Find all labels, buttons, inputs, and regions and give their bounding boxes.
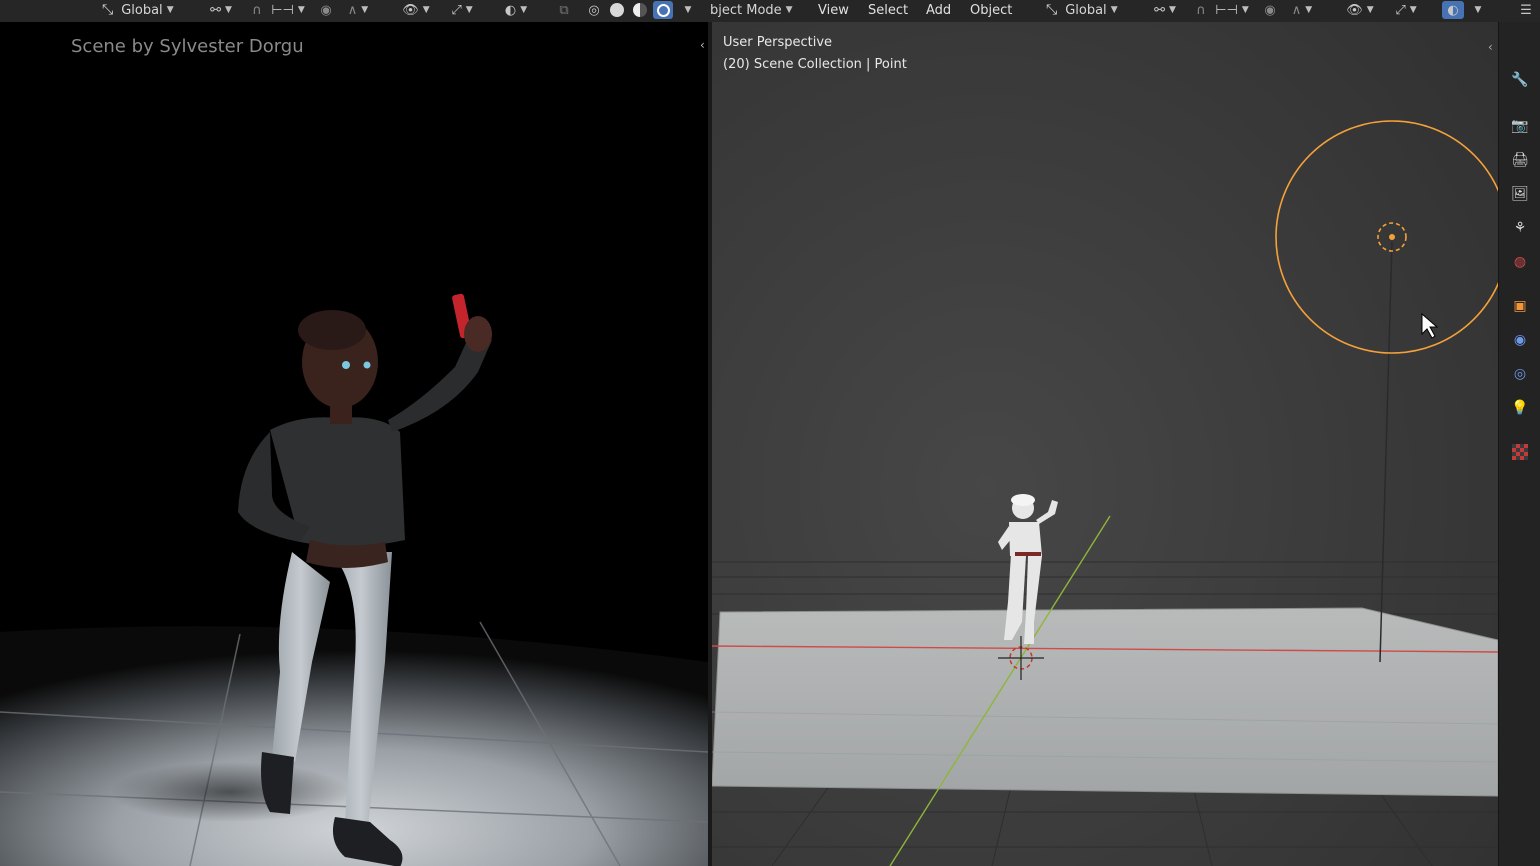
snap-target-dropdown-right[interactable]: ⊢⊣ ▼ <box>1214 1 1250 19</box>
transform-orientation-dropdown-right[interactable]: ⤡ Global ▼ <box>1046 0 1118 20</box>
texture-icon[interactable] <box>1510 442 1530 462</box>
material-sphere-icon <box>633 3 647 17</box>
overlays-dropdown-left[interactable]: ◐ ▼ <box>498 1 534 19</box>
shading-material-button[interactable] <box>630 1 650 19</box>
shading-options-dropdown-left[interactable]: ▼ <box>678 1 694 19</box>
rendered-viewport[interactable]: Scene by Sylvester Dorgu <box>0 22 708 866</box>
world-icon[interactable]: ◍ <box>1510 252 1530 272</box>
snap-target-dropdown-left[interactable]: ⊢⊣ ▼ <box>270 1 306 19</box>
chevron-down-icon: ▼ <box>166 5 174 15</box>
chevron-down-icon: ▼ <box>422 5 430 15</box>
menu-select[interactable]: Select <box>868 0 908 20</box>
gizmo-dropdown-right[interactable]: ⤢ ▼ <box>1388 1 1424 19</box>
mode-dropdown[interactable]: bject Mode ▼ <box>710 0 793 20</box>
menu-object[interactable]: Object <box>970 0 1012 20</box>
chevron-down-icon: ▼ <box>1241 5 1249 15</box>
viewport-header-bar: ⤡ Global ▼ ⚯ ▼ ∩ ⊢⊣ ▼ ◉ ∧ ▼ 👁 ▼ ⤢ ▼ ◐ ▼ ⧉ ◎ ▼ <box>0 0 1540 23</box>
object-icon[interactable]: ▣ <box>1510 296 1530 316</box>
gizmo-icon: ⤢ <box>1395 2 1406 18</box>
chevron-down-icon: ▼ <box>1110 5 1118 15</box>
orientation-axes-icon: ⤡ <box>102 2 114 18</box>
visibility-dropdown-right[interactable]: 👁 ▼ <box>1342 1 1378 19</box>
chevron-down-icon: ▼ <box>224 5 232 15</box>
shading-wireframe-button[interactable]: ◎ <box>584 1 604 19</box>
pivot-icon: ⚯ <box>1154 2 1165 18</box>
snap-increment-icon: ⊢⊣ <box>271 2 294 18</box>
eye-icon: 👁 <box>1346 2 1363 18</box>
proportional-edit-icon: ◉ <box>320 2 332 18</box>
physics-icon[interactable]: ◎ <box>1510 364 1530 384</box>
light-data-icon[interactable]: 💡 <box>1510 398 1530 418</box>
chevron-down-icon: ▼ <box>1474 5 1482 15</box>
properties-tab-bar: 🔧 📷 🖨 🖼 ⚘ ◍ ▣ ◉ ◎ 💡 <box>1498 22 1540 866</box>
menu-add[interactable]: Add <box>926 0 951 20</box>
visibility-dropdown-left[interactable]: 👁 ▼ <box>398 1 434 19</box>
tool-icon[interactable]: 🔧 <box>1510 70 1530 90</box>
menu-view[interactable]: View <box>818 0 849 20</box>
chevron-down-icon: ▼ <box>1305 5 1313 15</box>
gizmo-dropdown-left[interactable]: ⤢ ▼ <box>444 1 480 19</box>
gizmo-icon: ⤢ <box>451 2 462 18</box>
solid-sphere-icon <box>610 3 624 17</box>
proportional-edit-icon: ◉ <box>1264 2 1276 18</box>
overlays-toggle-right[interactable]: ◐ <box>1442 1 1464 19</box>
snap-increment-icon: ⊢⊣ <box>1215 2 1238 18</box>
xray-icon: ⧉ <box>559 2 569 18</box>
shading-rendered-button[interactable] <box>653 1 673 19</box>
view-layer-icon[interactable]: 🖼 <box>1510 184 1530 204</box>
output-icon[interactable]: 🖨 <box>1510 150 1530 170</box>
mode-label: bject Mode <box>710 2 782 18</box>
transform-orientation-label: Global <box>1065 2 1107 18</box>
falloff-dropdown-right[interactable]: ∧ ▼ <box>1284 1 1320 19</box>
editor-type-button[interactable]: ☰ <box>1516 1 1536 19</box>
chevron-down-icon: ▼ <box>1168 5 1176 15</box>
chevron-down-icon: ▼ <box>465 5 473 15</box>
chevron-down-icon: ▼ <box>684 5 692 15</box>
snap-toggle-left[interactable]: ∩ <box>247 1 267 19</box>
rendered-sphere-icon <box>656 3 670 17</box>
snap-toggle-right[interactable]: ∩ <box>1191 1 1211 19</box>
chevron-down-icon: ▼ <box>1409 5 1417 15</box>
sidebar-toggle-arrow-icon[interactable]: ‹ <box>1488 40 1493 54</box>
rendered-scene-image <box>0 22 708 866</box>
magnet-icon: ∩ <box>252 2 262 18</box>
3d-viewport[interactable]: User Perspective (20) Scene Collection |… <box>712 22 1498 866</box>
overlays-dropdown-right[interactable]: ▼ <box>1468 1 1484 19</box>
orientation-axes-icon: ⤡ <box>1046 2 1058 18</box>
viewport-perspective-label: User Perspective <box>723 35 833 50</box>
shading-solid-button[interactable] <box>607 1 627 19</box>
scene-icon[interactable]: ⚘ <box>1510 218 1530 238</box>
transform-orientation-dropdown-left[interactable]: ⤡ Global ▼ <box>102 0 174 20</box>
pivot-point-dropdown-right[interactable]: ⚯ ▼ <box>1148 1 1182 19</box>
chevron-down-icon: ▼ <box>520 5 528 15</box>
magnet-icon: ∩ <box>1196 2 1206 18</box>
render-icon[interactable]: 📷 <box>1510 116 1530 136</box>
falloff-dropdown-left[interactable]: ∧ ▼ <box>340 1 376 19</box>
overlays-icon: ◐ <box>504 2 517 18</box>
falloff-curve-icon: ∧ <box>347 2 358 18</box>
viewport-scene <box>712 22 1498 866</box>
chevron-down-icon: ▼ <box>361 5 369 15</box>
transform-orientation-label: Global <box>121 2 163 18</box>
viewport-collection-label: (20) Scene Collection | Point <box>723 57 907 72</box>
chevron-down-icon: ▼ <box>297 5 305 15</box>
outliner-icon: ☰ <box>1520 2 1532 18</box>
wireframe-sphere-icon: ◎ <box>588 2 600 18</box>
xray-toggle-left[interactable]: ⧉ <box>554 1 574 19</box>
modifier-icon[interactable]: ◉ <box>1510 330 1530 350</box>
falloff-curve-icon: ∧ <box>1291 2 1302 18</box>
chevron-down-icon: ▼ <box>1366 5 1374 15</box>
chevron-down-icon: ▼ <box>785 5 793 15</box>
pivot-icon: ⚯ <box>210 2 221 18</box>
overlays-icon: ◐ <box>1447 2 1459 18</box>
pivot-point-dropdown-left[interactable]: ⚯ ▼ <box>204 1 238 19</box>
checker-swatch <box>1512 444 1528 460</box>
eye-icon: 👁 <box>402 2 419 18</box>
proportional-edit-toggle-right[interactable]: ◉ <box>1260 1 1280 19</box>
render-credit-text: Scene by Sylvester Dorgu <box>71 36 304 57</box>
proportional-edit-toggle-left[interactable]: ◉ <box>316 1 336 19</box>
